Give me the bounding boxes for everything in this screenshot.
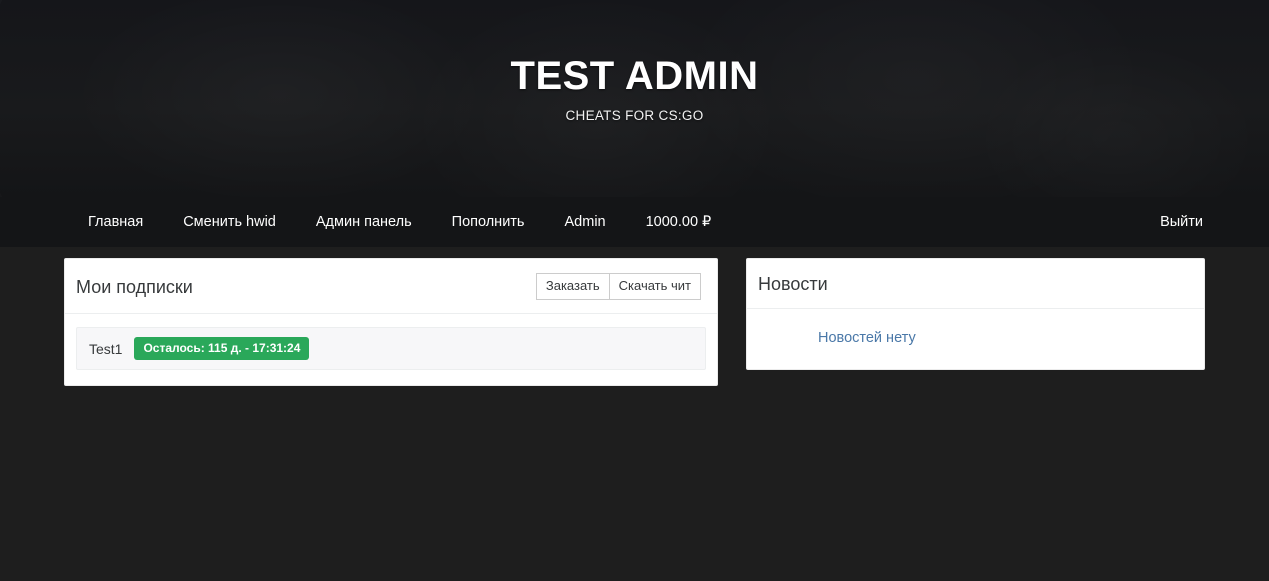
nav-link-change-hwid[interactable]: Сменить hwid (163, 205, 296, 239)
order-button[interactable]: Заказать (536, 273, 610, 300)
navbar-right: Выйти (1140, 205, 1269, 239)
page-content: Мои подписки Заказать Скачать чит Test1 … (0, 247, 1269, 581)
subscriptions-column: Мои подписки Заказать Скачать чит Test1 … (64, 258, 718, 386)
news-column: Новости Новостей нету (746, 258, 1205, 370)
news-title: Новости (758, 273, 828, 295)
site-branding: TEST ADMIN CHEATS FOR CS:GO (0, 0, 1269, 123)
nav-item-change-hwid[interactable]: Сменить hwid (163, 205, 296, 239)
nav-item-home[interactable]: Главная (68, 205, 163, 239)
subscriptions-title: Мои подписки (76, 276, 193, 298)
subscriptions-card-body: Test1 Осталось: 115 д. - 17:31:24 (65, 314, 717, 385)
navbar-menu: Главная Сменить hwid Админ панель Пополн… (68, 205, 731, 239)
news-card-body: Новостей нету (747, 309, 1204, 369)
nav-link-admin-panel[interactable]: Админ панель (296, 205, 432, 239)
subscriptions-actions: Заказать Скачать чит (536, 273, 701, 300)
content-container: Мои подписки Заказать Скачать чит Test1 … (64, 258, 1205, 386)
page-subtitle: CHEATS FOR CS:GO (0, 108, 1269, 123)
main-navbar: Главная Сменить hwid Админ панель Пополн… (0, 197, 1269, 247)
subscriptions-card: Мои подписки Заказать Скачать чит Test1 … (64, 258, 718, 386)
balance-amount: 1000.00 ₽ (626, 205, 732, 239)
page-title: TEST ADMIN (0, 52, 1269, 100)
subscription-time-remaining-badge: Осталось: 115 д. - 17:31:24 (134, 337, 309, 360)
nav-link-admin[interactable]: Admin (545, 205, 626, 239)
news-card: Новости Новостей нету (746, 258, 1205, 370)
nav-item-balance: 1000.00 ₽ (626, 205, 732, 239)
nav-link-top-up[interactable]: Пополнить (432, 205, 545, 239)
nav-item-admin[interactable]: Admin (545, 205, 626, 239)
news-empty-link[interactable]: Новостей нету (818, 329, 916, 347)
subscriptions-card-header: Мои подписки Заказать Скачать чит (65, 259, 717, 314)
subscription-name: Test1 (89, 340, 122, 358)
logout-link[interactable]: Выйти (1140, 205, 1223, 239)
nav-item-admin-panel[interactable]: Админ панель (296, 205, 432, 239)
news-card-header: Новости (747, 259, 1204, 309)
site-header: TEST ADMIN CHEATS FOR CS:GO (0, 0, 1269, 197)
nav-link-home[interactable]: Главная (68, 205, 163, 239)
nav-item-top-up[interactable]: Пополнить (432, 205, 545, 239)
download-cheat-button[interactable]: Скачать чит (609, 273, 701, 300)
subscription-row[interactable]: Test1 Осталось: 115 д. - 17:31:24 (76, 327, 706, 370)
